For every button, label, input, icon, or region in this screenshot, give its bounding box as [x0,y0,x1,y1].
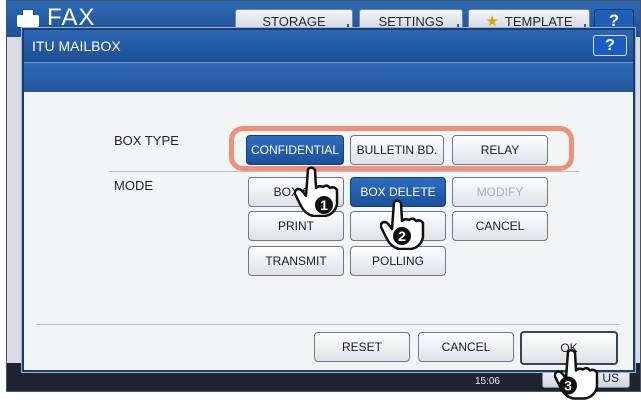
mode-label: MODE [114,178,153,193]
step-2-number: 2 [398,228,406,244]
footer-divider [36,324,621,325]
cancel-button[interactable]: CANCEL [418,332,514,362]
box-type-label: BOX TYPE [114,133,179,148]
dialog-title: ITU MAILBOX [32,38,121,54]
tab-storage-label: STORAGE [262,13,326,29]
transmit-button[interactable]: TRANSMIT [248,246,344,276]
divider [109,171,579,172]
tab-template-label: TEMPLATE [504,13,573,29]
step-3-number: 3 [564,378,572,394]
modify-button[interactable]: MODIFY [452,177,548,207]
dialog-title-bar: ITU MAILBOX ? [24,30,633,62]
dialog-header-band [24,62,633,92]
hand-pointer-icon-step-2: 2 [379,198,426,251]
confidential-button[interactable]: CONFIDENTIAL [246,135,344,165]
help-button[interactable]: ? [593,35,627,56]
cancel-mode-button[interactable]: CANCEL [452,211,548,241]
fax-icon [17,9,39,27]
tab-settings-label: SETTINGS [378,13,444,29]
reset-button[interactable]: RESET [314,332,410,362]
bulletin-board-button[interactable]: BULLETIN BD. [350,135,444,165]
hand-pointer-icon-step-3: 3 [553,346,600,401]
polling-button[interactable]: POLLING [350,246,446,276]
hand-pointer-icon-step-1: 1 [293,165,340,218]
relay-button[interactable]: RELAY [452,135,548,165]
time-text: 15:06 [474,376,500,387]
step-1-number: 1 [320,197,328,213]
